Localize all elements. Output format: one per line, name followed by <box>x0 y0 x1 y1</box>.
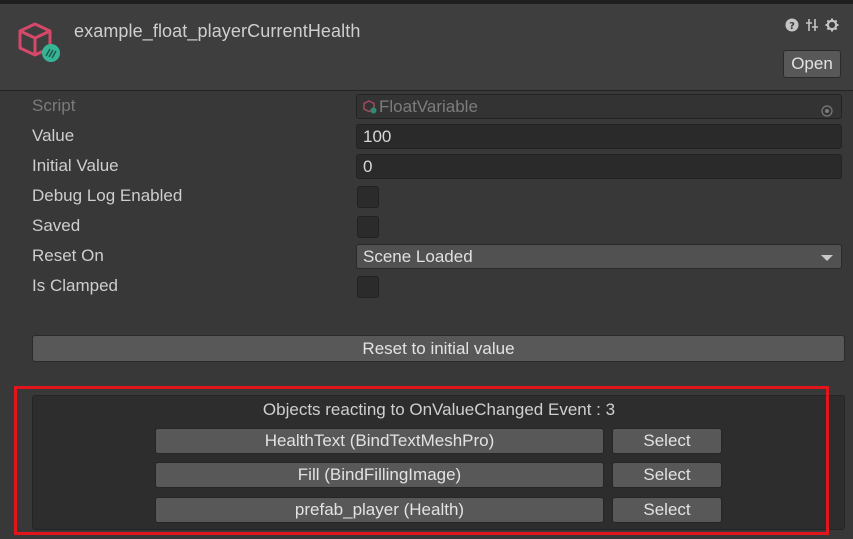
script-field: FloatVariable <box>356 94 842 119</box>
row-saved: Saved <box>0 212 853 242</box>
inspector-header: example_float_playerCurrentHealth ? Open <box>0 4 853 91</box>
script-value: FloatVariable <box>379 97 478 116</box>
row-debug-log: Debug Log Enabled <box>0 182 853 212</box>
initial-value-input[interactable]: 0 <box>356 154 842 179</box>
is-clamped-label: Is Clamped <box>32 276 118 295</box>
svg-text:?: ? <box>789 21 795 32</box>
reset-on-label: Reset On <box>32 246 104 265</box>
saved-label: Saved <box>32 216 81 235</box>
row-is-clamped: Is Clamped <box>0 272 853 302</box>
preset-icon[interactable] <box>805 18 819 32</box>
value-input[interactable]: 100 <box>356 124 842 149</box>
object-picker-icon[interactable] <box>821 100 833 117</box>
value-label: Value <box>32 126 75 145</box>
reset-on-value: Scene Loaded <box>363 247 473 266</box>
highlight-box <box>14 386 829 535</box>
row-initial-value: Initial Value 0 <box>0 152 853 182</box>
debug-log-label: Debug Log Enabled <box>32 186 183 205</box>
dropdown-arrow-icon <box>821 255 833 261</box>
is-clamped-checkbox[interactable] <box>357 276 379 298</box>
reset-on-dropdown[interactable]: Scene Loaded <box>356 244 842 269</box>
help-icon[interactable]: ? <box>785 18 799 32</box>
initial-value-label: Initial Value <box>32 156 119 175</box>
saved-checkbox[interactable] <box>357 216 379 238</box>
gear-icon[interactable] <box>825 18 839 32</box>
script-asset-icon <box>363 97 377 114</box>
script-label: Script <box>32 96 76 115</box>
row-reset-on: Reset On Scene Loaded <box>0 242 853 272</box>
row-value: Value 100 <box>0 122 853 152</box>
asset-title: example_float_playerCurrentHealth <box>74 21 361 41</box>
row-script: Script FloatVariable <box>0 92 853 122</box>
reset-to-initial-button[interactable]: Reset to initial value <box>32 335 845 362</box>
open-button[interactable]: Open <box>783 50 841 78</box>
cube-asset-icon <box>15 20 65 66</box>
debug-log-checkbox[interactable] <box>357 186 379 208</box>
